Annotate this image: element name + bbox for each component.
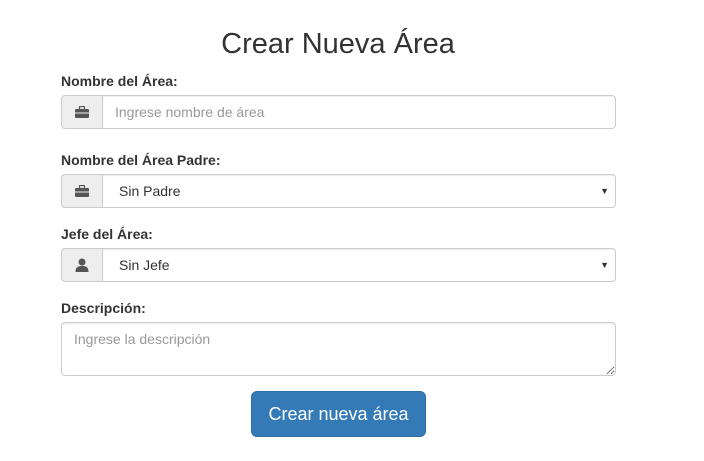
area-name-label: Nombre del Área: — [61, 73, 178, 89]
parent-area-select[interactable]: Sin Padre ▼ — [102, 174, 616, 208]
area-head-label: Jefe del Área: — [61, 226, 153, 242]
description-label: Descripción: — [61, 300, 146, 316]
briefcase-icon — [61, 174, 102, 208]
dropdown-caret-icon: ▼ — [600, 260, 609, 270]
page-title: Crear Nueva Área — [221, 28, 455, 60]
area-head-selected-value: Sin Jefe — [102, 248, 616, 282]
parent-area-label: Nombre del Área Padre: — [61, 152, 221, 168]
area-name-group — [61, 95, 616, 129]
area-head-select[interactable]: Sin Jefe ▼ — [102, 248, 616, 282]
briefcase-icon — [61, 95, 102, 129]
dropdown-caret-icon: ▼ — [600, 186, 609, 196]
create-area-button[interactable]: Crear nueva área — [251, 391, 426, 437]
area-name-input[interactable] — [102, 95, 616, 129]
user-icon — [61, 248, 102, 282]
area-head-group: Sin Jefe ▼ — [61, 248, 616, 282]
description-textarea[interactable] — [61, 322, 616, 376]
parent-area-group: Sin Padre ▼ — [61, 174, 616, 208]
parent-area-selected-value: Sin Padre — [102, 174, 616, 208]
create-area-page: Crear Nueva Área Nombre del Área: Nombre… — [0, 0, 704, 461]
